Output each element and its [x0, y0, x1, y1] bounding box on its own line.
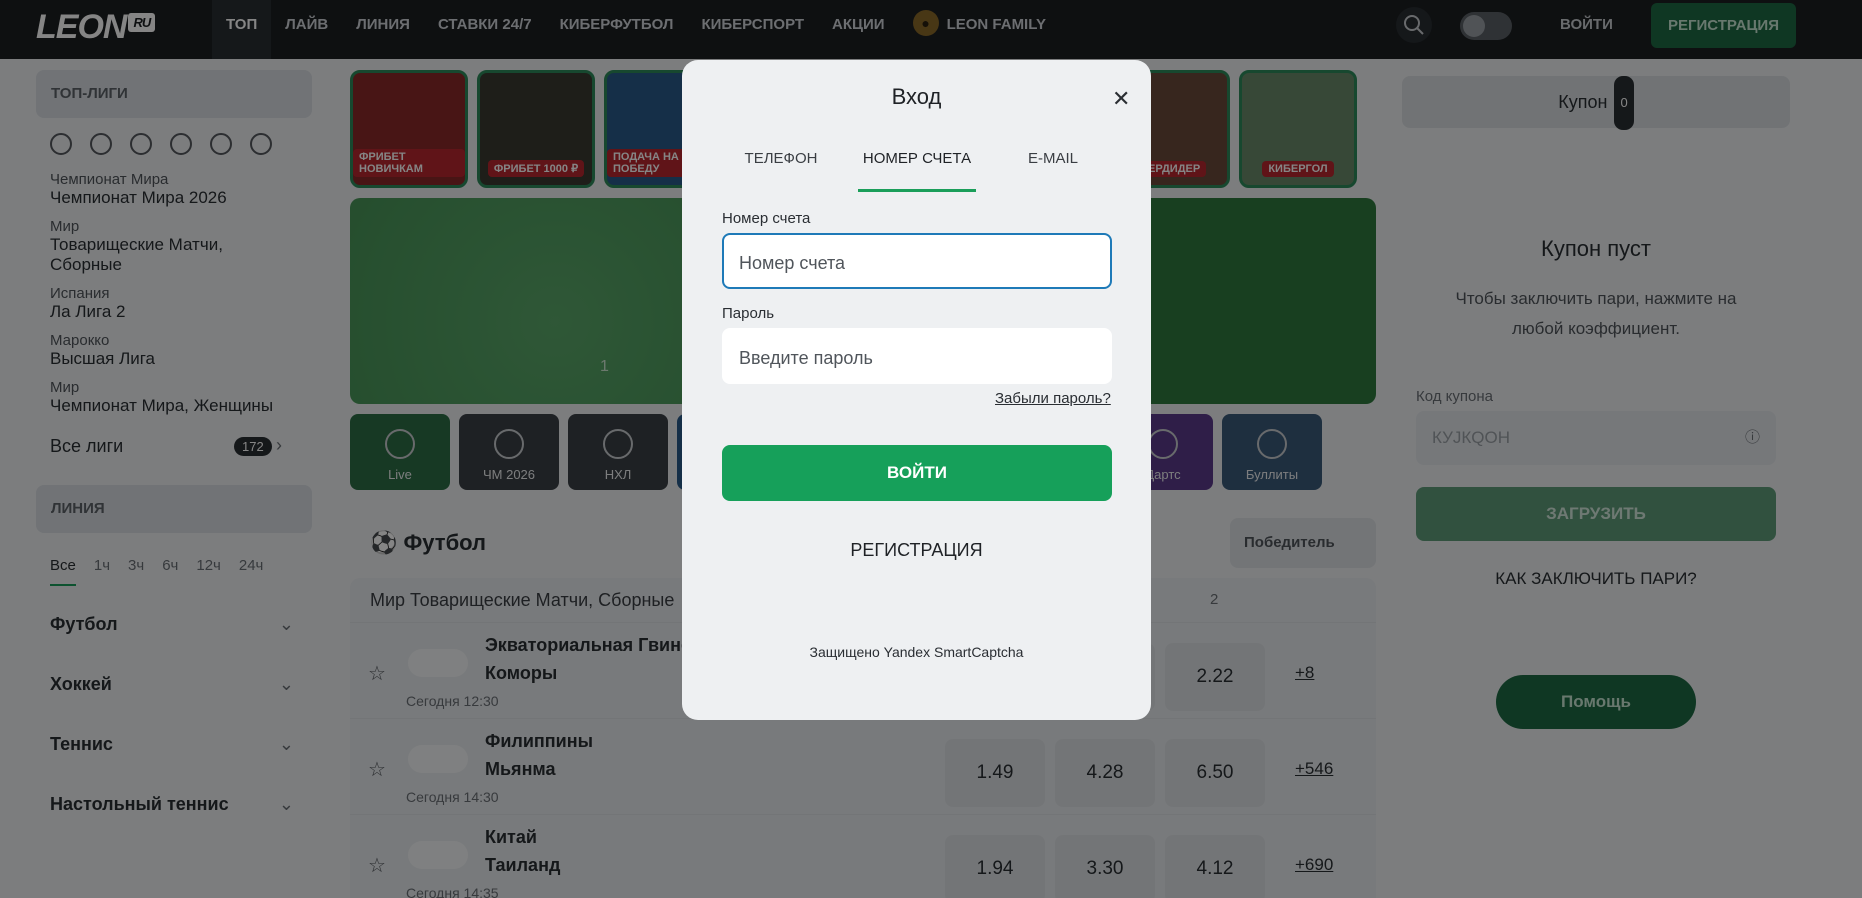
password-label: Пароль [722, 305, 775, 322]
login-modal: Вход ✕ ТЕЛЕФОН НОМЕР СЧЕТА E-MAIL Номер … [682, 60, 1151, 720]
modal-register-button[interactable]: РЕГИСТРАЦИЯ [682, 540, 1151, 561]
login-method-tabs: ТЕЛЕФОН НОМЕР СЧЕТА E-MAIL [722, 150, 1112, 192]
forgot-password-link[interactable]: Забыли пароль? [995, 390, 1111, 407]
tab-email[interactable]: E-MAIL [994, 150, 1112, 192]
page: LEON RU ТОП ЛАЙВ ЛИНИЯ СТАВКИ 24/7 КИБЕРФ… [0, 0, 1862, 898]
account-number-label: Номер счета [722, 210, 811, 227]
tab-phone[interactable]: ТЕЛЕФОН [722, 150, 840, 192]
tab-account-number[interactable]: НОМЕР СЧЕТА [858, 150, 976, 192]
login-modal-title: Вход [891, 84, 942, 109]
captcha-notice: Защищено Yandex SmartCaptcha [809, 644, 1024, 660]
account-number-input[interactable]: Номер счета [722, 233, 1112, 289]
login-submit-button[interactable]: ВОЙТИ [722, 445, 1112, 501]
password-input[interactable]: Введите пароль [722, 328, 1112, 384]
close-icon[interactable]: ✕ [1112, 86, 1130, 112]
